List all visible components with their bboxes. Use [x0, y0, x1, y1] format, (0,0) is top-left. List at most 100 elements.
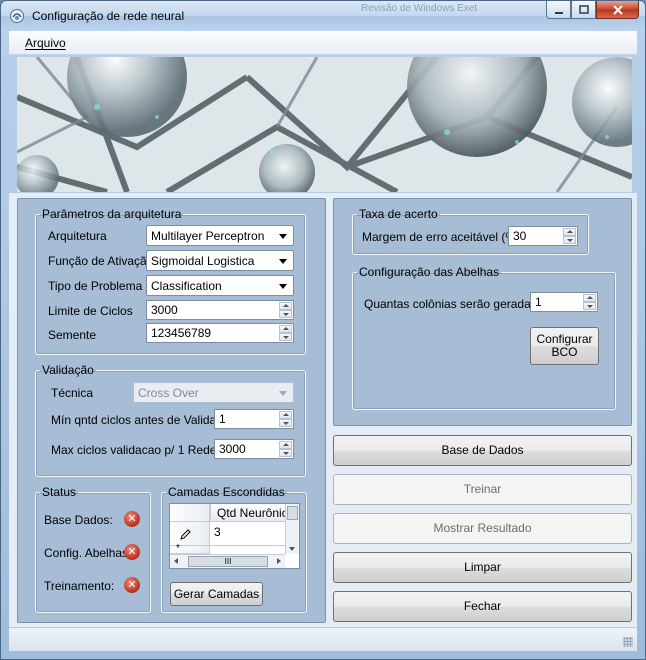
grid-new-row-header[interactable]: *: [170, 543, 210, 554]
seed-label: Semente: [48, 328, 97, 342]
problem-type-label: Tipo de Problema: [48, 279, 143, 293]
horizontal-scroll-thumb[interactable]: III: [188, 556, 268, 567]
error-icon: ✕: [124, 544, 140, 560]
status-database-label: Base Dados:: [44, 513, 113, 527]
grid-column-header[interactable]: Qtd Neurônios: [210, 504, 286, 522]
error-margin-value: 30: [513, 229, 527, 243]
error-margin-label: Margem de erro aceitável (%): [362, 230, 521, 244]
error-icon: ✕: [124, 577, 140, 593]
app-icon: [10, 9, 24, 23]
activation-select[interactable]: Sigmoidal Logistica: [146, 250, 294, 271]
spin-up-icon[interactable]: [279, 325, 292, 333]
scroll-right-icon[interactable]: [277, 558, 281, 564]
background-window-title: Revisão de Windows Exet: [361, 3, 478, 14]
close-button[interactable]: Fechar: [333, 591, 632, 622]
spin-up-icon[interactable]: [563, 228, 576, 236]
activation-label: Função de Ativação: [48, 254, 154, 268]
seed-value: 123456789: [151, 326, 212, 340]
train-button[interactable]: Treinar: [333, 474, 632, 505]
status-training-label: Treinamento:: [44, 579, 115, 593]
architecture-select-value: Multilayer Perceptron: [151, 229, 265, 243]
chevron-down-icon: [279, 284, 287, 289]
clear-button[interactable]: Limpar: [333, 552, 632, 583]
colonies-spinner[interactable]: [583, 294, 596, 310]
spin-down-icon[interactable]: [279, 310, 292, 318]
problem-type-select[interactable]: Classification: [146, 275, 294, 296]
seed-spinner[interactable]: [279, 325, 292, 341]
resize-grip-icon[interactable]: [623, 637, 633, 647]
minimize-icon: [554, 11, 563, 14]
menu-arquivo[interactable]: Arquivo: [25, 36, 66, 50]
max-cycles-value: 3000: [219, 442, 246, 456]
max-cycles-label: Max ciclos validacao p/ 1 Rede: [51, 443, 217, 457]
validation-legend: Validação: [42, 363, 94, 377]
banner-image: [17, 57, 632, 192]
scroll-left-icon[interactable]: [174, 558, 178, 564]
main-window: Configuração de rede neural Revisão de W…: [0, 0, 646, 660]
spin-up-icon[interactable]: [279, 441, 292, 449]
colonies-label: Quantas colônias serão geradas?: [364, 297, 544, 311]
colonies-value: 1: [535, 295, 542, 309]
spin-down-icon[interactable]: [279, 449, 292, 457]
maximize-icon: [578, 4, 589, 14]
neural-network-illustration: [17, 57, 632, 192]
min-cycles-input[interactable]: 1: [214, 409, 294, 429]
grid-corner: [170, 504, 210, 522]
error-margin-input[interactable]: 30: [508, 226, 578, 246]
edit-pencil-icon: [180, 529, 191, 540]
bees-config-legend: Configuração das Abelhas: [359, 265, 500, 279]
show-result-button[interactable]: Mostrar Resultado: [333, 513, 632, 544]
spin-down-icon[interactable]: [279, 333, 292, 341]
database-button[interactable]: Base de Dados: [333, 435, 632, 466]
seed-input[interactable]: 123456789: [146, 323, 294, 343]
error-margin-spinner[interactable]: [563, 228, 576, 244]
status-bar: [9, 627, 637, 651]
max-cycles-input[interactable]: 3000: [214, 439, 294, 459]
minimize-button[interactable]: [546, 1, 571, 19]
min-cycles-value: 1: [219, 412, 226, 426]
architecture-label: Arquitetura: [48, 229, 107, 243]
technique-select[interactable]: Cross Over: [133, 382, 294, 403]
technique-select-value: Cross Over: [138, 386, 199, 400]
configure-bco-line2: BCO: [551, 345, 578, 359]
close-icon: [612, 4, 623, 15]
scroll-down-icon[interactable]: [289, 547, 295, 551]
problem-type-select-value: Classification: [151, 279, 222, 293]
close-window-button[interactable]: [596, 1, 639, 19]
chevron-down-icon: [279, 391, 287, 396]
architecture-legend: Parâmetros da arquitetura: [42, 207, 182, 221]
max-cycles-spinner[interactable]: [279, 441, 292, 457]
menu-bar: Arquivo: [9, 31, 637, 55]
cycle-limit-value: 3000: [151, 303, 178, 317]
cycle-limit-input[interactable]: 3000: [146, 300, 294, 320]
hidden-layers-grid[interactable]: Qtd Neurônios 3 * III: [169, 503, 300, 569]
accuracy-legend: Taxa de acerto: [359, 207, 438, 221]
spin-down-icon[interactable]: [583, 302, 596, 310]
spin-down-icon[interactable]: [279, 419, 292, 427]
architecture-select[interactable]: Multilayer Perceptron: [146, 225, 294, 246]
spin-up-icon[interactable]: [279, 411, 292, 419]
spin-up-icon[interactable]: [279, 302, 292, 310]
maximize-button[interactable]: [571, 1, 596, 19]
cycle-limit-label: Limite de Ciclos: [48, 304, 133, 318]
new-row-asterisk-icon: *: [176, 543, 180, 554]
technique-label: Técnica: [51, 386, 94, 400]
hidden-layers-legend: Camadas Escondidas: [168, 485, 285, 499]
generate-layers-button[interactable]: Gerar Camadas: [170, 582, 263, 606]
spin-up-icon[interactable]: [583, 294, 596, 302]
configure-bco-button[interactable]: Configurar BCO: [530, 327, 599, 365]
status-bees-label: Config. Abelhas.:: [44, 546, 135, 560]
spin-down-icon[interactable]: [563, 236, 576, 244]
grid-horizontal-scrollbar[interactable]: III: [170, 554, 285, 568]
cycle-limit-spinner[interactable]: [279, 302, 292, 318]
grid-cell[interactable]: 3: [210, 522, 286, 546]
scroll-thumb[interactable]: [287, 506, 298, 520]
colonies-input[interactable]: 1: [530, 292, 598, 312]
min-cycles-label: Mín qntd ciclos antes de Validar: [51, 413, 221, 427]
activation-select-value: Sigmoidal Logistica: [151, 254, 255, 268]
min-cycles-spinner[interactable]: [279, 411, 292, 427]
window-title: Configuração de rede neural: [32, 9, 185, 23]
title-bar: Configuração de rede neural Revisão de W…: [1, 1, 645, 31]
grid-vertical-scrollbar[interactable]: [285, 504, 299, 554]
status-legend: Status: [42, 485, 77, 499]
